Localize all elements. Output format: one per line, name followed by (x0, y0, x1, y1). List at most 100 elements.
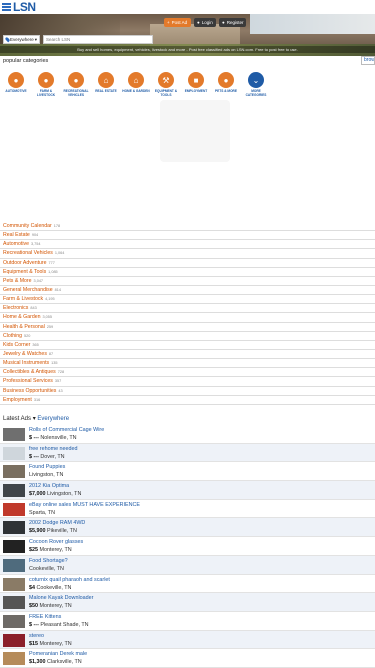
category-link[interactable]: Health & Personal 259 (0, 323, 375, 332)
chevron-down-icon: ⌄ (248, 72, 264, 88)
login-button[interactable]: ● Login (194, 18, 216, 27)
ad-thumbnail[interactable] (3, 502, 25, 516)
ad-title-link[interactable]: Food Shortage? (29, 558, 68, 564)
ad-title-link[interactable]: coturnix quail pharaoh and scarlet (29, 577, 110, 583)
category-name: Pets & More (3, 277, 32, 284)
ad-title-link[interactable]: stereo (29, 633, 44, 639)
category-icon-item[interactable]: ● PETS & MORE (212, 72, 240, 97)
category-link[interactable]: General Merchandise 814 (0, 286, 375, 296)
ad-thumbnail[interactable] (3, 614, 25, 628)
category-list: Community Calendar 178 Real Estate 904 Autom… (0, 222, 375, 405)
category-link[interactable]: Business Opportunities 43 (0, 387, 375, 396)
category-link[interactable]: Farm & Livestock 4,195 (0, 295, 375, 305)
location-select[interactable]: Everywhere ▾ (3, 35, 40, 44)
rv-icon: ● (68, 72, 84, 88)
category-link[interactable]: Collectibles & Antiques 728 (0, 368, 375, 378)
menu-icon[interactable] (2, 3, 11, 11)
category-link[interactable]: Electronics 843 (0, 304, 375, 314)
category-link[interactable]: Automotive 3,754 (0, 240, 375, 250)
register-button[interactable]: ● Register (219, 18, 246, 27)
category-link[interactable]: Clothing 520 (0, 332, 375, 341)
ad-thumbnail[interactable] (3, 577, 25, 591)
ad-row[interactable]: Malone Kayak Downloader $50 Monterey, TN (0, 593, 375, 612)
category-icon-item[interactable]: ● RECREATIONAL VEHICLES (62, 72, 90, 97)
ad-price-location: $ --- Pleasant Shade, TN (29, 622, 89, 628)
browse-tab[interactable]: brows (361, 56, 375, 65)
ad-row[interactable]: Rolls of Commercial Cage Wire $ --- Nolen… (0, 425, 375, 444)
category-link[interactable]: Professional Services 357 (0, 377, 375, 387)
ad-thumbnail[interactable] (3, 484, 25, 498)
search-input[interactable] (43, 35, 153, 44)
category-icon-item[interactable]: ⌂ REAL ESTATE (92, 72, 120, 97)
category-icon-item[interactable]: ● AUTOMOTIVE (2, 72, 30, 97)
ad-title-link[interactable]: free rehome needed (29, 446, 78, 452)
category-icon-item[interactable]: ■ EMPLOYMENT (182, 72, 210, 97)
ad-row[interactable]: Cocoon Rover glasses $25 Monterey, TN (0, 537, 375, 556)
latest-ads-heading: Latest Ads ▾ Everywhere (3, 416, 70, 422)
site-logo[interactable]: LSN (13, 0, 36, 14)
ad-thumbnail[interactable] (3, 633, 25, 647)
ad-row[interactable]: Found Puppies Livingston, TN (0, 462, 375, 482)
ad-title-link[interactable]: 2002 Dodge RAM 4WD (29, 520, 85, 526)
ad-location: Dover, TN (40, 453, 65, 460)
category-count: 3,754 (30, 242, 41, 247)
category-link[interactable]: Real Estate 904 (0, 231, 375, 241)
lock-icon: ● (197, 20, 200, 25)
category-name: Electronics (3, 305, 29, 312)
ad-title-link[interactable]: Cocoon Rover glasses (29, 539, 83, 545)
latest-location-link[interactable]: Everywhere (37, 416, 69, 422)
ad-title-link[interactable]: Pomeranian Derek male (29, 651, 87, 657)
ad-row[interactable]: eBay online sales MUST HAVE EXPERIENCE S… (0, 500, 375, 519)
ad-price-location: $1,300 Clarksville, TN (29, 659, 82, 665)
ad-location: Monterey, TN (39, 640, 72, 647)
ad-title-link[interactable]: Rolls of Commercial Cage Wire (29, 427, 104, 433)
category-link[interactable]: Employment 316 (0, 396, 375, 405)
ad-title-link[interactable]: eBay online sales MUST HAVE EXPERIENCE (29, 502, 140, 508)
category-link[interactable]: Outdoor Adventure 777 (0, 259, 375, 268)
category-icon-item[interactable]: ⌂ HOME & GARDEN (122, 72, 150, 97)
ad-row[interactable]: 2012 Kia Optima $7,000 Livingston, TN (0, 481, 375, 500)
ad-row[interactable]: Food Shortage? Cookeville, TN (0, 555, 375, 575)
ad-thumbnail[interactable] (3, 652, 25, 666)
ad-thumbnail[interactable] (3, 558, 25, 572)
ad-thumbnail[interactable] (3, 521, 25, 535)
ad-row[interactable]: stereo $15 Monterey, TN (0, 630, 375, 650)
ad-thumbnail[interactable] (3, 596, 25, 610)
ad-thumbnail[interactable] (3, 446, 25, 460)
ad-title-link[interactable]: 2012 Kia Optima (29, 483, 69, 489)
chevron-down-icon: ▾ (32, 416, 36, 422)
category-link[interactable]: Recreational Vehicles 1,064 (0, 249, 375, 259)
ad-title-link[interactable]: Found Puppies (29, 464, 65, 470)
ad-price: $25 (29, 547, 38, 554)
category-link[interactable]: Home & Garden 3,055 (0, 313, 375, 323)
ad-row[interactable]: Pomeranian Derek male $1,300 Clarksville,… (0, 649, 375, 668)
ad-thumbnail[interactable] (3, 465, 25, 479)
ad-location: Monterey, TN (39, 603, 72, 610)
category-link[interactable]: Kids Corner 365 (0, 341, 375, 350)
ad-price-location: Livingston, TN (29, 472, 63, 478)
ad-price: $ --- (29, 621, 39, 628)
ad-location: Clarksville, TN (47, 659, 82, 666)
ad-title-link[interactable]: FREE Kittens (29, 614, 61, 620)
ad-row[interactable]: coturnix quail pharaoh and scarlet $4 Coo… (0, 575, 375, 594)
ad-row[interactable]: 2002 Dodge RAM 4WD $5,900 Pikeville, TN (0, 518, 375, 538)
ad-row[interactable]: free rehome needed $ --- Dover, TN (0, 443, 375, 463)
ad-thumbnail[interactable] (3, 540, 25, 554)
category-link[interactable]: Community Calendar 178 (0, 222, 375, 232)
post-ad-button[interactable]: + Post Ad (164, 18, 191, 27)
ad-thumbnail[interactable] (3, 428, 25, 441)
ad-price-location: $4 Cookeville, TN (29, 585, 71, 591)
ad-row[interactable]: FREE Kittens $ --- Pleasant Shade, TN (0, 612, 375, 631)
category-name: Real Estate (3, 232, 30, 239)
category-link[interactable]: Jewelry & Watches 87 (0, 350, 375, 360)
ad-price-location: Cookeville, TN (29, 566, 64, 572)
category-count: 43 (58, 388, 63, 393)
category-icon-item[interactable]: ⌄ MORE CATEGORIES (242, 72, 270, 97)
ad-price-location: $15 Monterey, TN (29, 641, 72, 647)
category-link[interactable]: Pets & More 3,047 (0, 277, 375, 286)
category-link[interactable]: Musical Instruments 135 (0, 359, 375, 369)
ad-title-link[interactable]: Malone Kayak Downloader (29, 595, 93, 601)
category-icon-item[interactable]: ● FARM & LIVESTOCK (32, 72, 60, 97)
category-link[interactable]: Equipment & Tools 1,085 (0, 268, 375, 277)
category-icon-item[interactable]: ⚒ EQUIPMENT & TOOLS (152, 72, 180, 97)
